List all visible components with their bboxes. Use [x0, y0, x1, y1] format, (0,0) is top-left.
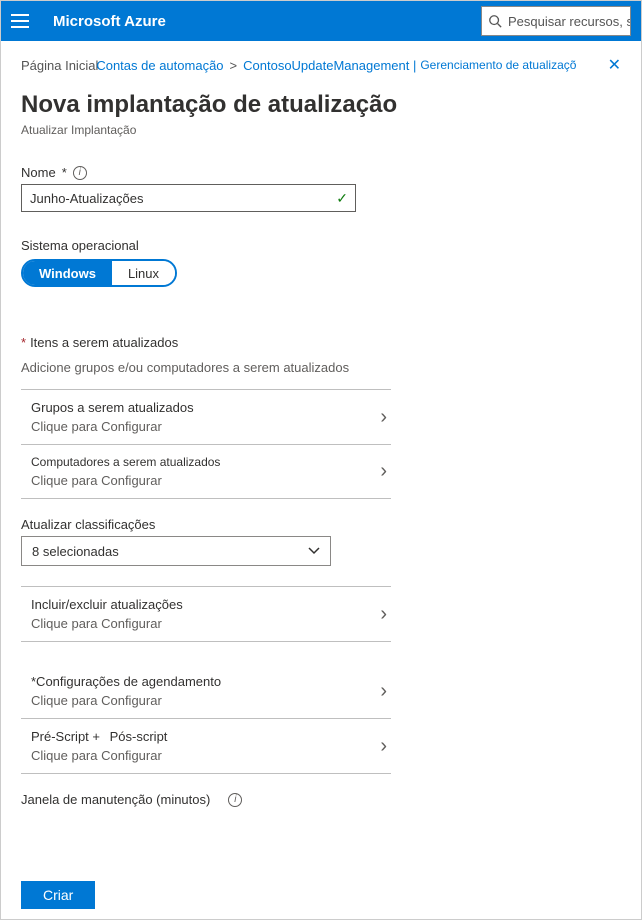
create-button[interactable]: Criar — [21, 881, 95, 909]
breadcrumb-contoso[interactable]: ContosoUpdateManagement | — [243, 58, 416, 73]
main-content: Nova implantação de atualização Atualiza… — [1, 91, 641, 807]
breadcrumb-update-mgmt[interactable]: Gerenciamento de atualizaçõ — [420, 58, 576, 72]
groups-to-update-row[interactable]: Grupos a serem atualizados Clique para C… — [21, 390, 391, 444]
classifications-selected: 8 selecionadas — [32, 544, 119, 559]
breadcrumb-home[interactable]: Página Inicial — [21, 58, 98, 73]
chevron-right-icon: › — [380, 735, 387, 758]
check-icon: ✓ — [336, 190, 348, 207]
chevron-down-icon — [308, 544, 320, 558]
computers-to-update-row[interactable]: Computadores a serem atualizados Clique … — [21, 445, 391, 498]
schedule-configure: Clique para Configurar — [31, 693, 221, 708]
computers-title: Computadores a serem atualizados — [31, 455, 220, 469]
items-subtext: Adicione grupos e/ou computadores a sere… — [21, 360, 621, 375]
items-header: * Itens a serem atualizados — [21, 335, 621, 350]
pre-script-label: Pré-Script + — [31, 729, 100, 744]
computers-configure: Clique para Configurar — [31, 473, 220, 488]
search-placeholder: Pesquisar recursos, s — [508, 14, 631, 29]
page-title: Nova implantação de atualização — [21, 91, 621, 119]
maintenance-label: Janela de manutenção (minutos) — [21, 792, 210, 807]
post-script-label: Pós-script — [110, 729, 168, 744]
items-header-text: Itens a serem atualizados — [30, 335, 178, 350]
include-exclude-row[interactable]: Incluir/excluir atualizações Clique para… — [21, 587, 391, 641]
required-asterisk: * — [21, 335, 26, 350]
chevron-right-icon: › — [380, 603, 387, 626]
schedule-title: *Configurações de agendamento — [31, 674, 221, 689]
script-title-row: Pré-Script + Pós-script — [31, 729, 167, 744]
scripts-configure: Clique para Configurar — [31, 748, 167, 763]
chevron-right-icon: › — [380, 406, 387, 429]
name-label: Nome — [21, 165, 56, 180]
breadcrumb: Página Inicial Contas de automação > Con… — [1, 41, 641, 81]
info-icon[interactable]: i — [228, 793, 242, 807]
breadcrumb-sep: > — [230, 58, 238, 73]
maintenance-window-row: Janela de manutenção (minutos) i — [21, 792, 621, 807]
groups-configure: Clique para Configurar — [31, 419, 194, 434]
divider — [21, 498, 391, 499]
menu-icon[interactable] — [11, 10, 33, 32]
brand-label: Microsoft Azure — [53, 13, 166, 30]
breadcrumb-automation[interactable]: Contas de automação — [96, 58, 223, 73]
classifications-label: Atualizar classificações — [21, 517, 621, 532]
divider — [21, 773, 391, 774]
info-icon[interactable]: i — [73, 166, 87, 180]
classifications-dropdown[interactable]: 8 selecionadas — [21, 536, 331, 566]
os-toggle: Windows Linux — [21, 259, 177, 287]
chevron-right-icon: › — [380, 460, 387, 483]
top-header: Microsoft Azure Pesquisar recursos, s — [1, 1, 641, 41]
name-label-row: Nome * i — [21, 165, 621, 180]
os-label: Sistema operacional — [21, 238, 621, 253]
search-input[interactable]: Pesquisar recursos, s — [481, 6, 631, 36]
bottom-bar: Criar — [21, 881, 95, 909]
page-subtitle: Atualizar Implantação — [21, 123, 621, 137]
os-linux-option[interactable]: Linux — [112, 261, 175, 285]
search-icon — [488, 14, 502, 28]
groups-title: Grupos a serem atualizados — [31, 400, 194, 415]
name-input[interactable] — [21, 184, 356, 212]
search-wrap: Pesquisar recursos, s — [481, 6, 631, 36]
pre-post-script-row[interactable]: Pré-Script + Pós-script Clique para Conf… — [21, 719, 391, 773]
include-exclude-configure: Clique para Configurar — [31, 616, 183, 631]
name-input-wrap: ✓ — [21, 184, 356, 212]
close-icon[interactable]: ✕ — [608, 55, 621, 75]
include-exclude-title: Incluir/excluir atualizações — [31, 597, 183, 612]
name-required: * — [62, 165, 67, 180]
os-windows-option[interactable]: Windows — [23, 261, 112, 285]
chevron-right-icon: › — [380, 680, 387, 703]
schedule-settings-row[interactable]: *Configurações de agendamento Clique par… — [21, 664, 391, 718]
